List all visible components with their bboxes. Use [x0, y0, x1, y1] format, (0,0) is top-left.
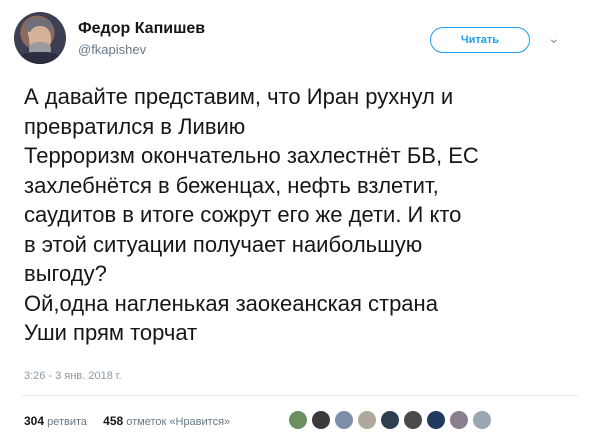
- likes-count[interactable]: 458: [103, 414, 123, 428]
- tweet-line: Ой,одна нагленькая заокеанская страна: [24, 290, 438, 316]
- liker-avatars: [288, 410, 492, 430]
- retweets-count[interactable]: 304: [24, 414, 44, 428]
- retweets-label[interactable]: ретвита: [47, 416, 87, 428]
- liker-avatar[interactable]: [334, 410, 354, 430]
- likes-label[interactable]: отметок «Нравится»: [126, 416, 230, 428]
- tweet-line: превратился в Ливию: [24, 113, 246, 139]
- liker-avatar[interactable]: [380, 410, 400, 430]
- liker-avatar[interactable]: [472, 410, 492, 430]
- liker-avatar[interactable]: [449, 410, 469, 430]
- liker-avatar[interactable]: [403, 410, 423, 430]
- tweet-line: захлебнётся в беженцах, нефть взлетит,: [24, 172, 439, 198]
- tweet-line: саудитов в итоге сожрут его же дети. И к…: [24, 202, 462, 227]
- liker-avatar[interactable]: [357, 410, 377, 430]
- tweet-line: выгоду?: [24, 261, 107, 286]
- author-name[interactable]: Федор Капишев: [78, 20, 205, 38]
- tweet-line: в этой ситуации получает наибольшую: [24, 231, 423, 257]
- tweet-line: Терроризм окончательно захлестнёт БВ, ЕС: [24, 143, 479, 168]
- liker-avatar[interactable]: [311, 410, 331, 430]
- more-options-chevron-icon[interactable]: ⌄: [548, 30, 560, 47]
- follow-button[interactable]: Читать: [430, 27, 530, 53]
- stats-divider: [22, 395, 578, 396]
- liker-avatar[interactable]: [288, 410, 308, 430]
- avatar-body: [18, 52, 62, 64]
- tweet-line: Уши прям торчат: [24, 320, 198, 345]
- author-handle[interactable]: @fkapishev: [78, 42, 146, 57]
- engagement-stats: 304 ретвита 458 отметок «Нравится»: [24, 414, 230, 428]
- tweet-line: А давайте представим, что Иран рухнул и: [24, 84, 454, 109]
- tweet-text: А давайте представим, что Иран рухнул и …: [24, 82, 584, 348]
- tweet-timestamp[interactable]: 3:26 - 3 янв. 2018 г.: [24, 370, 122, 382]
- liker-avatar[interactable]: [426, 410, 446, 430]
- author-avatar[interactable]: [14, 12, 66, 64]
